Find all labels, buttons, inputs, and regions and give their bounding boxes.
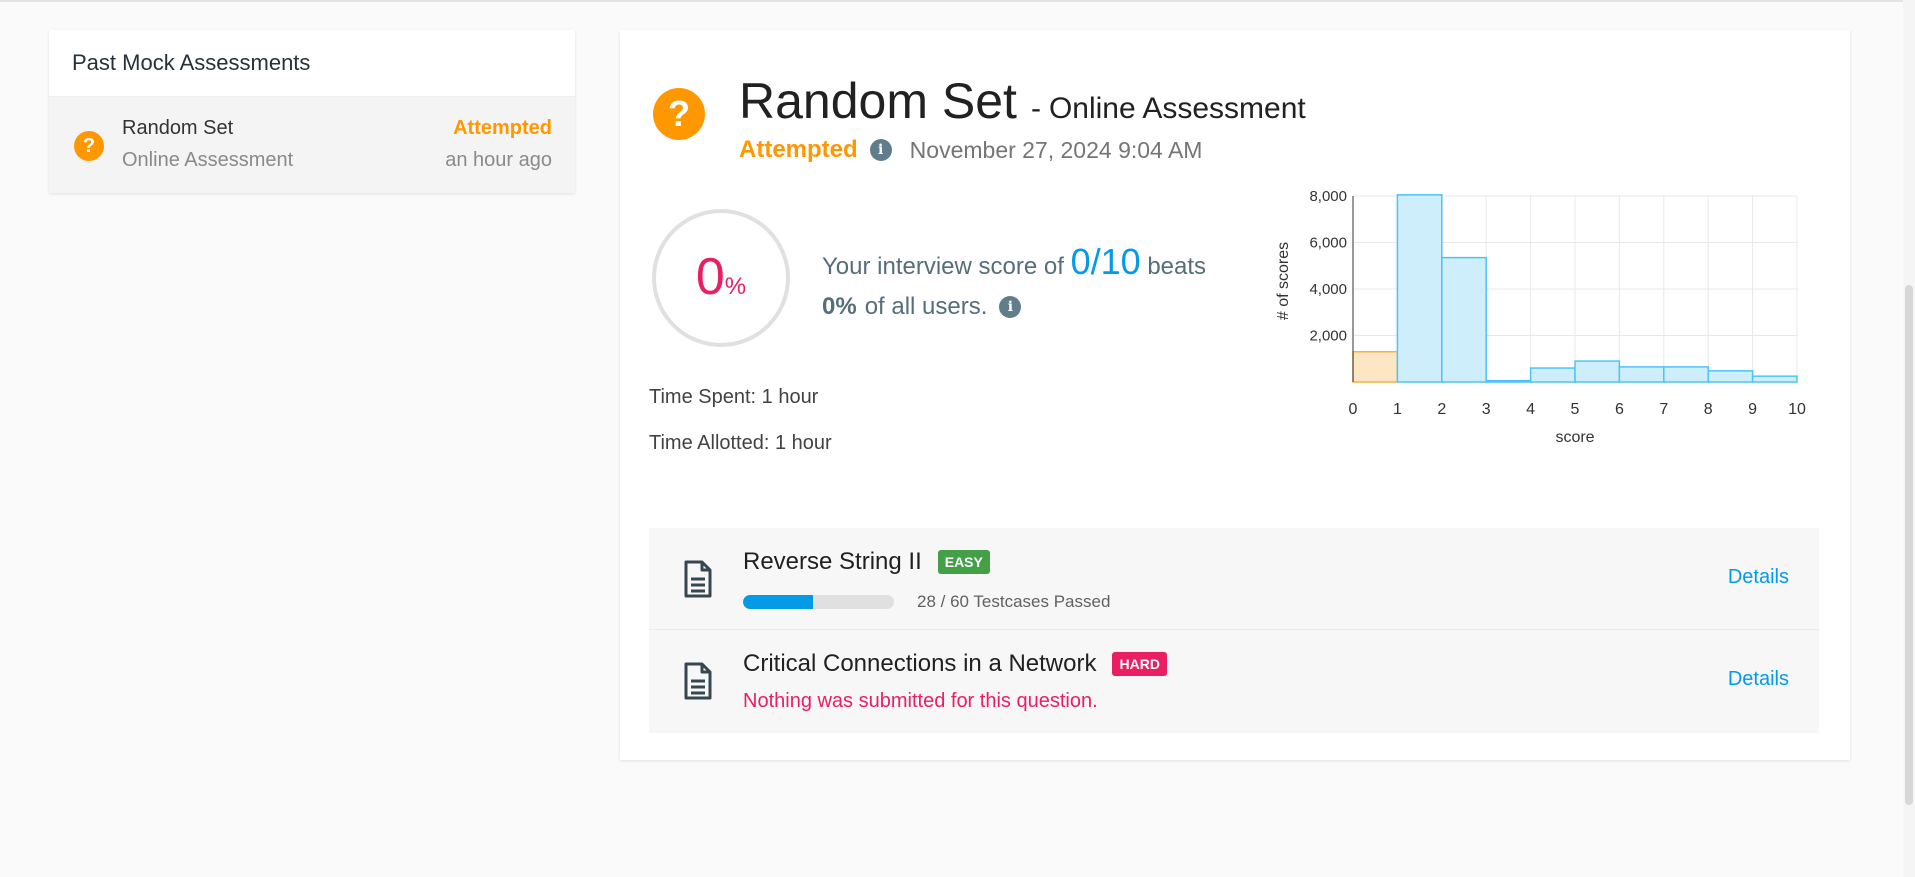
score-histogram: 2,000 4,000 6,000 8,000 0 1 2 3 4 5 6 7 8 9 10 score # o…	[1275, 190, 1806, 446]
scrollbar-thumb[interactable]	[1905, 285, 1913, 805]
y-axis-label: # of scores	[1275, 242, 1292, 320]
histogram-bar-current	[1352, 351, 1399, 383]
status-label: Attempted	[739, 136, 858, 163]
x-tick-label: 2	[1437, 401, 1446, 418]
histogram-bar	[1618, 366, 1665, 383]
score-percent: 0	[695, 248, 725, 306]
testcase-progress: 28 / 60 Testcases Passed	[743, 592, 1110, 612]
score-summary: Your interview score of 0/10 beats 0% of…	[822, 242, 1206, 327]
assessment-date: November 27, 2024 9:04 AM	[909, 136, 1203, 163]
score-value: 0/10	[1070, 241, 1141, 282]
y-tick-label: 6,000	[1309, 235, 1347, 252]
question-title: Reverse String II	[743, 548, 922, 575]
question-title-row: Reverse String II EASY	[743, 548, 990, 576]
question-icon: ?	[653, 88, 705, 140]
past-assessment-time: an hour ago	[445, 149, 552, 171]
histogram-bar	[1485, 379, 1532, 383]
details-link[interactable]: Details	[1728, 566, 1789, 589]
histogram-bar	[1396, 194, 1443, 383]
assessment-title-row: Random Set - Online Assessment	[739, 72, 1306, 130]
time-spent: Time Spent: 1 hour	[649, 386, 819, 408]
x-axis-label: score	[1555, 429, 1594, 446]
histogram-bar	[1663, 366, 1709, 383]
difficulty-badge: HARD	[1112, 652, 1167, 676]
score-text-suffix: beats	[1147, 253, 1207, 280]
beats-percent: 0%	[822, 293, 857, 320]
x-tick-label: 8	[1704, 401, 1713, 418]
question-title-row: Critical Connections in a Network HARD	[743, 650, 1167, 678]
x-tick-label: 4	[1526, 401, 1535, 418]
past-assessment-title: Random Set	[122, 117, 234, 139]
score-text-prefix: Your interview score of	[822, 253, 1064, 280]
time-allotted: Time Allotted: 1 hour	[649, 432, 832, 454]
past-assessment-item[interactable]: ? Random Set Online Assessment Attempted…	[49, 96, 575, 193]
details-link[interactable]: Details	[1728, 668, 1789, 691]
info-icon[interactable]: i	[999, 296, 1022, 318]
x-tick-label: 3	[1482, 401, 1491, 418]
progress-track	[743, 595, 894, 609]
past-assessment-status: Attempted	[453, 117, 552, 139]
x-tick-label: 1	[1393, 401, 1402, 418]
y-tick-label: 2,000	[1309, 328, 1347, 345]
difficulty-badge: EASY	[937, 550, 990, 574]
document-icon	[684, 662, 712, 700]
question-row: Critical Connections in a Network HARD N…	[649, 630, 1819, 733]
past-assessment-subtitle: Online Assessment	[122, 149, 294, 171]
x-tick-label: 9	[1748, 401, 1757, 418]
document-icon	[684, 560, 712, 598]
info-icon[interactable]: i	[869, 139, 892, 161]
histogram-bar	[1751, 375, 1798, 383]
histogram-bar	[1441, 256, 1487, 383]
question-list: Reverse String II EASY 28 / 60 Testcases…	[649, 528, 1819, 733]
past-assessments-header: Past Mock Assessments	[72, 50, 311, 75]
x-tick-label: 0	[1349, 401, 1358, 418]
y-tick-label: 4,000	[1309, 281, 1347, 298]
y-tick-label: 8,000	[1309, 190, 1347, 205]
progress-label: 28 / 60 Testcases Passed	[917, 592, 1111, 611]
progress-fill	[743, 595, 814, 609]
score-percent-sign: %	[724, 273, 747, 300]
top-divider	[0, 0, 1915, 2]
histogram-bar	[1529, 367, 1576, 383]
question-row: Reverse String II EASY 28 / 60 Testcases…	[649, 528, 1819, 630]
x-tick-label: 7	[1659, 401, 1668, 418]
assessment-card: ? Random Set - Online Assessment Attempt…	[620, 30, 1850, 760]
question-icon: ?	[74, 131, 104, 161]
past-assessments-panel: Past Mock Assessments ? Random Set Onlin…	[49, 30, 575, 193]
question-title: Critical Connections in a Network	[743, 650, 1097, 677]
beats-suffix: of all users.	[864, 293, 988, 320]
score-circle: 0 %	[652, 209, 790, 347]
assessment-subtitle: Online Assessment	[1048, 92, 1306, 125]
assessment-title: Random Set	[739, 73, 1017, 129]
x-tick-label: 6	[1615, 401, 1624, 418]
scrollbar-track[interactable]	[1903, 0, 1915, 877]
histogram-bar	[1574, 360, 1621, 383]
no-submission-message: Nothing was submitted for this question.	[743, 690, 1098, 712]
x-tick-label: 10	[1788, 401, 1806, 418]
title-separator: -	[1030, 92, 1041, 125]
histogram-bar	[1707, 370, 1754, 383]
x-tick-label: 5	[1571, 401, 1580, 418]
assessment-status-row: Attempted i November 27, 2024 9:04 AM	[739, 136, 1202, 164]
